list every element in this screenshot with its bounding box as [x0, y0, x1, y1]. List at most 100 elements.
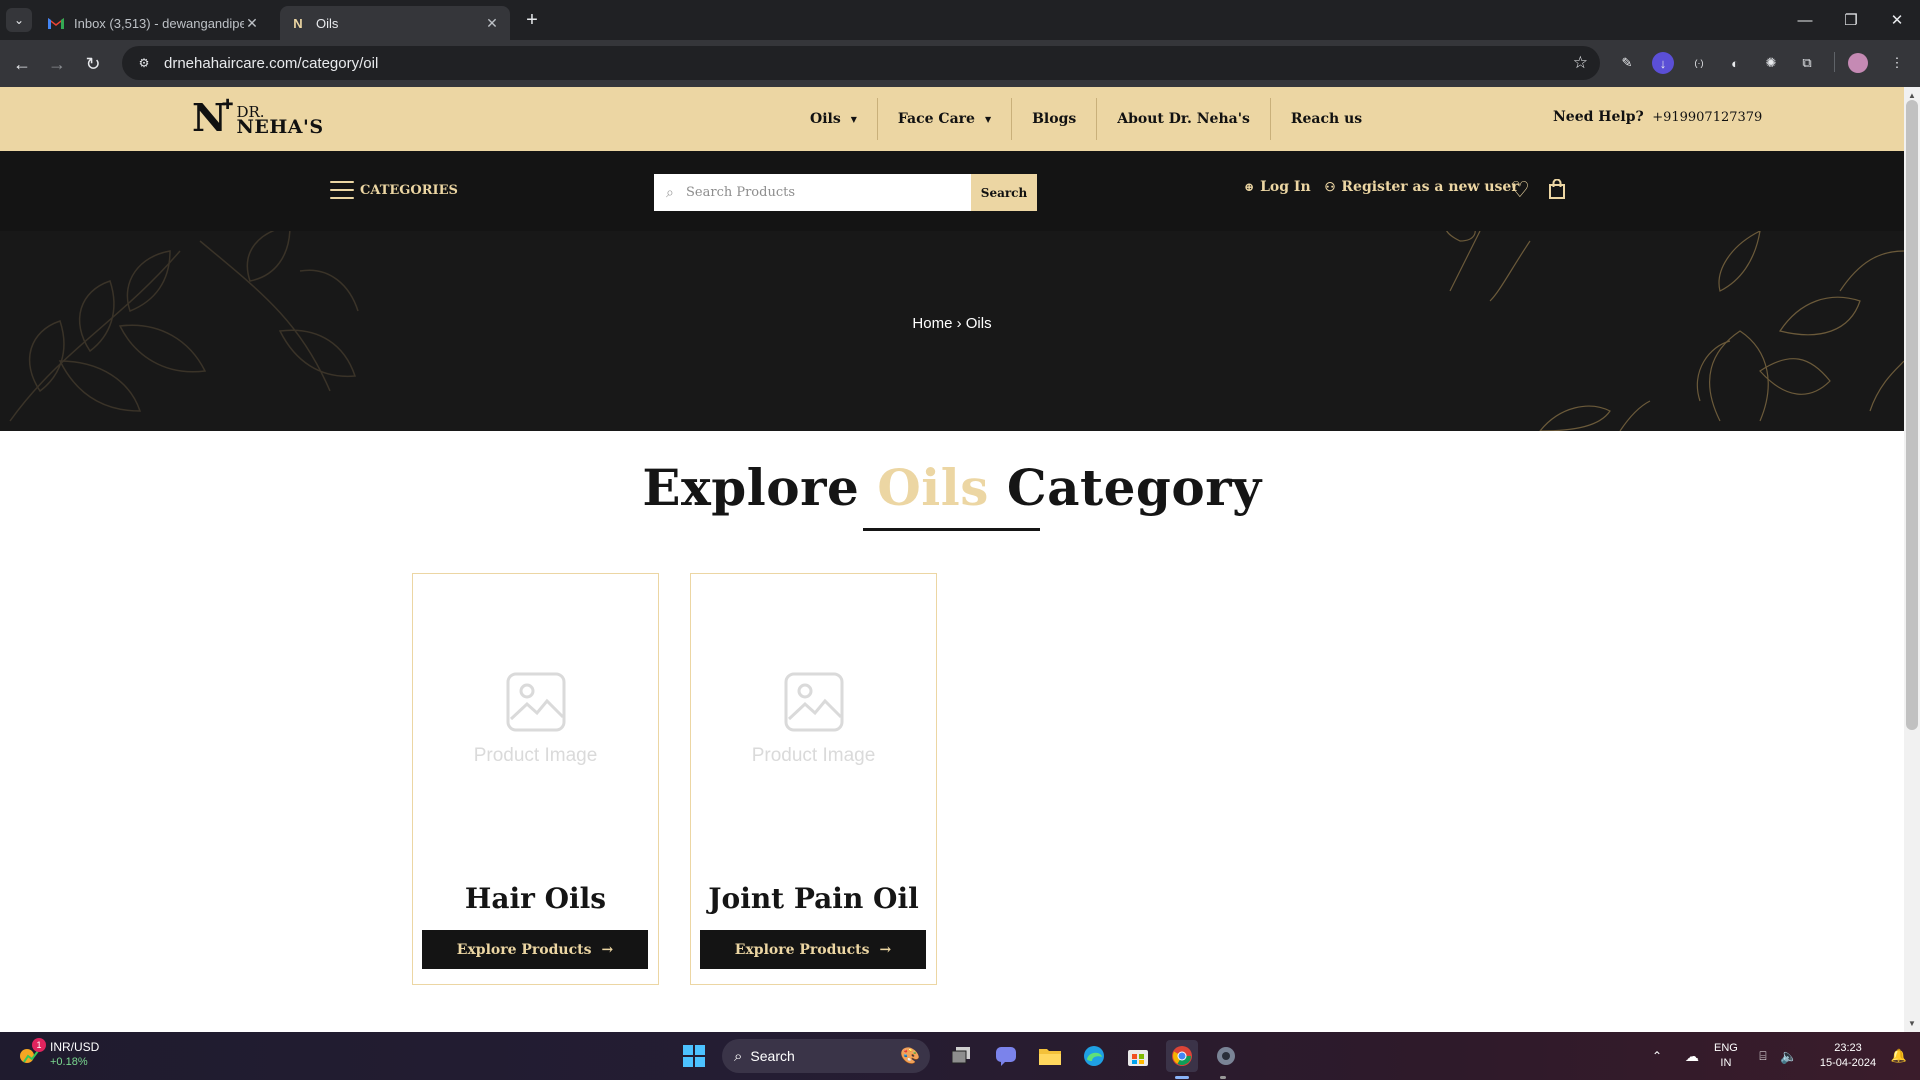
microsoft-store-icon[interactable]	[1122, 1040, 1154, 1072]
close-tab-icon[interactable]: ✕	[244, 15, 260, 32]
edge-browser-icon[interactable]	[1078, 1040, 1110, 1072]
show-hidden-icons-chevron-icon[interactable]: ⌃	[1646, 1032, 1668, 1080]
minimize-icon[interactable]: —	[1782, 0, 1828, 40]
system-clock[interactable]: 23:23 15-04-2024	[1810, 1041, 1886, 1071]
volume-speaker-icon[interactable]: 🔈	[1778, 1032, 1800, 1080]
search-button[interactable]: Search	[971, 174, 1037, 211]
search-icon: ⌕	[734, 1047, 743, 1065]
tab-oils[interactable]: N Oils ✕	[280, 6, 510, 40]
hamburger-icon	[330, 181, 354, 199]
nav-label: Face Care	[897, 111, 975, 127]
category-name: Hair Oils	[464, 882, 607, 915]
wishlist-heart-icon[interactable]: ♡	[1510, 179, 1530, 201]
image-placeholder-icon	[506, 672, 565, 732]
login-label: Log In	[1260, 179, 1311, 195]
nav-label: Reach us	[1290, 111, 1363, 127]
eyedropper-extension-icon[interactable]: ✎	[1616, 52, 1638, 74]
network-icon[interactable]: ⌸	[1752, 1032, 1774, 1080]
bookmark-star-icon[interactable]: ☆	[1573, 53, 1588, 73]
need-help-label: Need Help?	[1553, 109, 1644, 125]
nav-blogs[interactable]: Blogs	[1012, 98, 1098, 140]
taskbar-search-label: Search	[750, 1048, 795, 1064]
user-add-icon: ⚇	[1324, 180, 1336, 194]
search-highlight-icon: 🎨	[900, 1048, 920, 1065]
file-explorer-icon[interactable]	[1034, 1040, 1066, 1072]
settings-running-indicator	[1220, 1076, 1226, 1079]
site-actionbar: CATEGORIES ⌕ Search ⊕ Log In ⚇ Register …	[0, 151, 1904, 231]
broadcast-extension-icon[interactable]: (·)	[1688, 52, 1710, 74]
tab-search-button[interactable]: ⌄	[6, 8, 32, 32]
restore-icon[interactable]: ❐	[1828, 0, 1874, 40]
image-placeholder-text: Product Image	[473, 745, 598, 766]
shopping-bag-icon[interactable]	[1548, 179, 1566, 199]
contrast-extension-icon[interactable]: ◐	[1724, 52, 1746, 74]
profile-avatar[interactable]	[1848, 53, 1868, 73]
tab-title: Inbox (3,513) - dewangandipendra@gmail.c…	[74, 15, 244, 31]
nav-label: Oils	[810, 111, 841, 127]
currency-widget[interactable]: 1 INR/USD +0.18%	[18, 1038, 100, 1068]
caret-down-icon: ▼	[984, 114, 992, 124]
browser-menu-icon[interactable]: ⋮	[1886, 52, 1908, 74]
notification-badge: 1	[32, 1038, 46, 1052]
login-icon: ⊕	[1244, 180, 1255, 194]
close-window-icon[interactable]: ✕	[1874, 0, 1920, 40]
register-link[interactable]: ⚇ Register as a new user	[1325, 179, 1519, 195]
nav-about[interactable]: About Dr. Neha's	[1097, 98, 1271, 140]
widget-title: INR/USD	[50, 1040, 100, 1054]
nav-reach-us[interactable]: Reach us	[1271, 98, 1382, 140]
category-card-hair-oils[interactable]: Product Image Hair Oils Explore Products…	[412, 573, 659, 985]
reload-icon[interactable]: ↻	[79, 50, 107, 78]
chrome-icon[interactable]	[1166, 1040, 1198, 1072]
lang-line1: ENG	[1714, 1042, 1738, 1054]
register-label: Register as a new user	[1341, 179, 1519, 195]
login-link[interactable]: ⊕ Log In	[1244, 179, 1311, 195]
nav-label: Blogs	[1032, 111, 1077, 127]
site-info-icon[interactable]: ⚙	[136, 55, 152, 71]
gear-extension-icon[interactable]: ✺	[1760, 52, 1782, 74]
taskbar-search[interactable]: ⌕ Search 🎨	[722, 1039, 930, 1073]
main-nav: Oils ▼ Face Care ▼ Blogs About Dr. Neha'…	[790, 87, 1382, 151]
back-icon[interactable]: ←	[8, 50, 36, 78]
close-tab-icon[interactable]: ✕	[484, 15, 500, 32]
page-title: Explore Oils Category	[0, 458, 1904, 517]
scrollbar-thumb[interactable]	[1906, 100, 1918, 730]
download-extension-icon[interactable]: ↓	[1652, 52, 1674, 74]
tab-gmail[interactable]: Inbox (3,513) - dewangandipendra@gmail.c…	[38, 6, 270, 40]
breadcrumb[interactable]: Home › Oils	[0, 315, 1904, 332]
currency-widget-icon: 1	[18, 1038, 46, 1066]
help-phone[interactable]: +919907127379	[1652, 110, 1762, 125]
nav-face-care[interactable]: Face Care ▼	[878, 98, 1013, 140]
drneha-favicon: N	[293, 15, 303, 31]
scroll-down-arrow-icon[interactable]: ▼	[1904, 1016, 1920, 1030]
teams-chat-icon[interactable]	[990, 1040, 1022, 1072]
windows-start-icon[interactable]	[678, 1040, 710, 1072]
url-text[interactable]: drnehahaircare.com/category/oil	[164, 55, 378, 72]
lang-line2: IN	[1720, 1057, 1732, 1069]
new-tab-button[interactable]: +	[520, 8, 544, 32]
categories-menu-button[interactable]: CATEGORIES	[330, 181, 458, 199]
arrow-right-icon: →	[879, 941, 892, 958]
title-underline	[863, 528, 1040, 531]
nav-oils[interactable]: Oils ▼	[790, 98, 878, 140]
explore-products-button[interactable]: Explore Products →	[700, 930, 926, 969]
settings-gear-icon[interactable]	[1210, 1040, 1242, 1072]
toolbar-divider	[1834, 52, 1835, 72]
address-bar[interactable]: ⚙ drnehahaircare.com/category/oil ☆	[122, 46, 1600, 80]
forward-icon[interactable]: →	[43, 50, 71, 78]
search-icon: ⌕	[666, 184, 674, 200]
onedrive-cloud-icon[interactable]: ☁	[1680, 1032, 1704, 1080]
need-help: Need Help? +919907127379	[1553, 109, 1762, 125]
notifications-bell-icon[interactable]: 🔔	[1888, 1032, 1910, 1080]
category-name: Joint Pain Oil	[708, 882, 919, 915]
explore-products-button[interactable]: Explore Products →	[422, 930, 648, 969]
site-logo[interactable]: N ✚ DR. NEHA'S	[192, 97, 324, 137]
logo-plus-icon: ✚	[221, 97, 234, 113]
task-view-icon[interactable]	[946, 1040, 978, 1072]
language-indicator[interactable]: ENG IN	[1714, 1041, 1738, 1071]
categories-label: CATEGORIES	[360, 182, 458, 198]
image-placeholder-icon	[784, 672, 843, 732]
category-hero-banner: Home › Oils	[0, 231, 1904, 431]
category-card-joint-pain-oil[interactable]: Product Image Joint Pain Oil Explore Pro…	[690, 573, 937, 985]
extensions-puzzle-icon[interactable]: ⧉	[1796, 52, 1818, 74]
title-accent: Oils	[877, 458, 989, 517]
